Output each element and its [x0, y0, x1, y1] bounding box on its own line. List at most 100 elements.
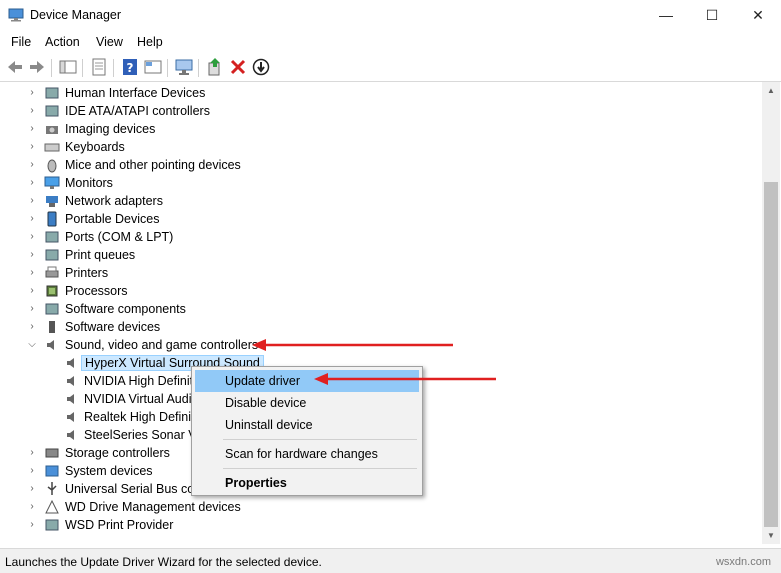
device-manager-icon: [8, 8, 24, 22]
view-icon[interactable]: [143, 57, 163, 77]
keyboard-icon: [44, 143, 60, 152]
tree-category-item[interactable]: › Software devices: [1, 318, 761, 336]
printer-icon: [45, 266, 59, 278]
tree-category-item[interactable]: › Ports (COM & LPT): [1, 228, 761, 246]
minimize-button[interactable]: —: [643, 0, 689, 31]
uninstall-device-menu-item[interactable]: Uninstall device: [195, 414, 419, 436]
tree-item-label: Network adapters: [65, 194, 163, 208]
tree-item-label: Keyboards: [65, 140, 125, 154]
forward-icon[interactable]: [27, 57, 47, 77]
tree-category-item[interactable]: › IDE ATA/ATAPI controllers: [1, 102, 761, 120]
tree-item-label: Ports (COM & LPT): [65, 230, 174, 244]
update-driver-icon[interactable]: [205, 57, 225, 77]
chevron-right-icon[interactable]: ›: [27, 285, 37, 297]
wd-drive-icon: [45, 499, 59, 514]
tree-item-label: NVIDIA High Definit: [84, 374, 194, 388]
scroll-down-button[interactable]: ▼: [762, 527, 780, 544]
tree-category-item[interactable]: › Processors: [1, 282, 761, 300]
tree-category-item[interactable]: › Mice and other pointing devices: [1, 156, 761, 174]
speaker-icon: [67, 412, 74, 422]
scroll-thumb[interactable]: [764, 182, 778, 527]
close-button[interactable]: ✕: [735, 0, 781, 31]
chevron-right-icon[interactable]: ›: [27, 483, 37, 495]
menu-view[interactable]: View: [96, 35, 123, 49]
vertical-scrollbar[interactable]: ▲ ▼: [762, 82, 780, 544]
tree-category-item[interactable]: › WSD Print Provider: [1, 516, 761, 534]
annotation-arrow-update-driver: [314, 373, 496, 385]
print-queue-icon: [45, 249, 59, 261]
toolbar-separator: [51, 59, 52, 77]
toolbar-separator: [82, 59, 83, 77]
disable-device-label: Disable device: [225, 396, 307, 410]
scroll-up-button[interactable]: ▲: [762, 82, 780, 99]
toolbar-separator: [167, 59, 168, 77]
port-icon: [45, 231, 59, 243]
tree-item-label: Portable Devices: [65, 212, 160, 226]
properties-icon[interactable]: [89, 57, 109, 77]
chevron-right-icon[interactable]: ›: [27, 447, 37, 459]
chevron-down-icon[interactable]: ⌵: [27, 339, 37, 351]
tree-item-label: IDE ATA/ATAPI controllers: [65, 104, 210, 118]
chevron-right-icon[interactable]: ›: [27, 465, 37, 477]
tree-category-item[interactable]: › Monitors: [1, 174, 761, 192]
hid-icon: [45, 87, 59, 99]
speaker-icon: [67, 358, 74, 368]
tree-item-label: Imaging devices: [65, 122, 156, 136]
tree-item-label: Printers: [65, 266, 109, 280]
chevron-right-icon[interactable]: ›: [27, 501, 37, 513]
system-icon: [45, 465, 59, 477]
scan-hardware-menu-item[interactable]: Scan for hardware changes: [195, 443, 419, 465]
menu-action[interactable]: Action: [45, 35, 80, 49]
properties-menu-item[interactable]: Properties: [195, 472, 419, 494]
chevron-right-icon[interactable]: ›: [27, 105, 37, 117]
uninstall-icon[interactable]: [228, 57, 248, 77]
tree-category-item[interactable]: › Print queues: [1, 246, 761, 264]
tree-category-item[interactable]: › Printers: [1, 264, 761, 282]
back-icon[interactable]: [5, 57, 25, 77]
chevron-right-icon[interactable]: ›: [27, 87, 37, 99]
speaker-icon: [67, 394, 74, 404]
tree-item-label: Software devices: [65, 320, 161, 334]
chevron-right-icon[interactable]: ›: [27, 141, 37, 153]
disable-device-menu-item[interactable]: Disable device: [195, 392, 419, 414]
tree-category-item[interactable]: › Imaging devices: [1, 120, 761, 138]
tree-category-item[interactable]: › Software components: [1, 300, 761, 318]
chevron-right-icon[interactable]: ›: [27, 249, 37, 261]
tree-category-item[interactable]: › Human Interface Devices: [1, 84, 761, 102]
tree-item-label: Print queues: [65, 248, 136, 262]
chevron-right-icon[interactable]: ›: [27, 303, 37, 315]
tree-item-label: Monitors: [65, 176, 113, 190]
disable-device-icon[interactable]: [251, 57, 271, 77]
window-title: Device Manager: [30, 8, 122, 22]
annotation-arrow-sound-category: [252, 339, 453, 351]
menu-separator: [223, 439, 417, 440]
help-icon[interactable]: ?: [120, 57, 140, 77]
chevron-right-icon[interactable]: ›: [27, 213, 37, 225]
show-hide-tree-icon[interactable]: [58, 57, 78, 77]
chevron-right-icon[interactable]: ›: [27, 177, 37, 189]
tree-item-label: Sound, video and game controllers: [65, 338, 259, 352]
maximize-button[interactable]: ☐: [689, 0, 735, 31]
scan-hardware-icon[interactable]: [174, 57, 194, 77]
tree-category-item[interactable]: › WD Drive Management devices: [1, 498, 761, 516]
mouse-icon: [47, 159, 57, 173]
menu-file[interactable]: File: [11, 35, 31, 49]
menu-help[interactable]: Help: [137, 35, 163, 49]
chevron-right-icon[interactable]: ›: [27, 267, 37, 279]
status-text: Launches the Update Driver Wizard for th…: [5, 555, 322, 569]
chevron-right-icon[interactable]: ›: [27, 195, 37, 207]
chevron-right-icon[interactable]: ›: [27, 159, 37, 171]
chevron-right-icon[interactable]: ›: [27, 321, 37, 333]
tree-item-label: System devices: [65, 464, 153, 478]
scan-hardware-label: Scan for hardware changes: [225, 447, 378, 461]
watermark: wsxdn.com: [715, 556, 771, 568]
tree-item-label: Realtek High Definit: [84, 410, 195, 424]
chevron-right-icon[interactable]: ›: [27, 231, 37, 243]
tree-category-item[interactable]: › Network adapters: [1, 192, 761, 210]
speaker-icon: [67, 430, 74, 440]
properties-label: Properties: [225, 476, 287, 490]
tree-category-item[interactable]: › Portable Devices: [1, 210, 761, 228]
tree-category-item[interactable]: › Keyboards: [1, 138, 761, 156]
chevron-right-icon[interactable]: ›: [27, 519, 37, 531]
chevron-right-icon[interactable]: ›: [27, 123, 37, 135]
